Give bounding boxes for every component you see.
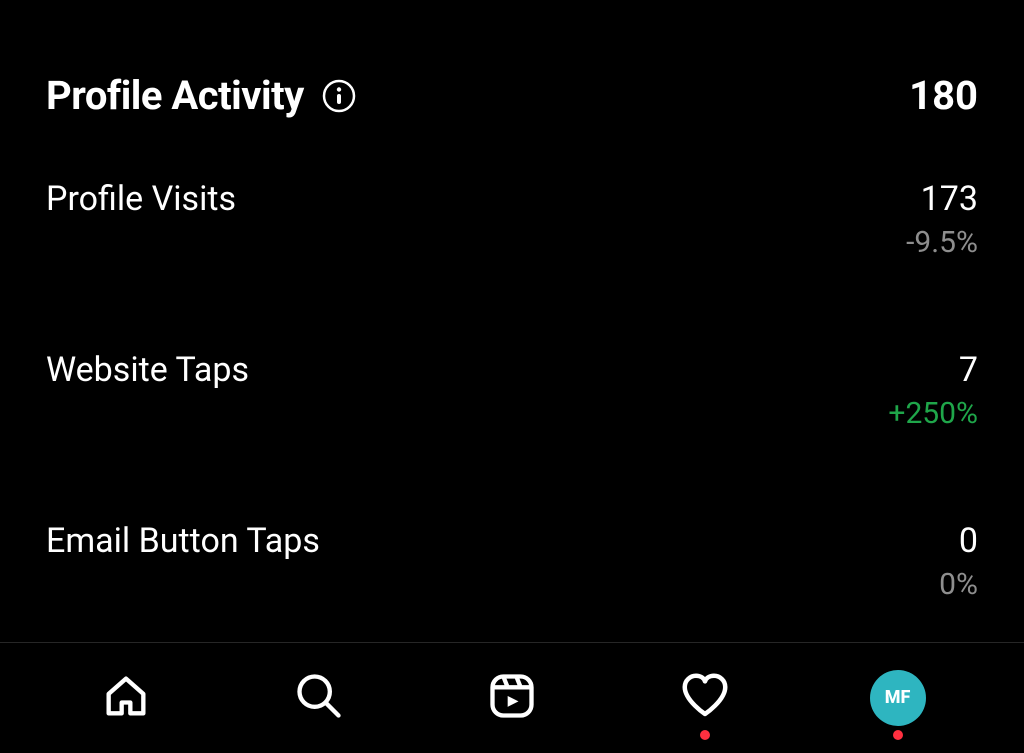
metric-label: Email Button Taps [46, 521, 320, 561]
metric-value: 7 [959, 350, 978, 390]
heart-icon [678, 669, 732, 727]
notification-dot [893, 730, 903, 740]
metric-value: 0 [959, 521, 978, 561]
bottom-nav: MF [0, 643, 1024, 753]
page-title: Profile Activity [46, 72, 304, 119]
metric-change: +250% [888, 396, 978, 431]
metric-values: 0 0% [939, 521, 978, 602]
content-area: Profile Activity 180 Profile Visits 173 … [0, 0, 1024, 642]
metric-row-email-taps: Email Button Taps 0 0% [46, 521, 978, 642]
metric-values: 173 -9.5% [906, 179, 978, 260]
nav-reels[interactable] [482, 668, 542, 728]
metric-row-profile-visits: Profile Visits 173 -9.5% [46, 179, 978, 350]
nav-home[interactable] [96, 668, 156, 728]
notification-dot [700, 730, 710, 740]
metric-change: -9.5% [906, 225, 978, 260]
metric-label: Website Taps [46, 350, 249, 390]
avatar: MF [870, 670, 926, 726]
metric-label: Profile Visits [46, 179, 236, 219]
home-icon [100, 670, 152, 726]
metric-values: 7 +250% [888, 350, 978, 431]
nav-activity[interactable] [675, 668, 735, 728]
profile-activity-header: Profile Activity 180 [46, 0, 978, 179]
metric-row-website-taps: Website Taps 7 +250% [46, 350, 978, 521]
total-activity-value: 180 [909, 72, 978, 119]
metric-value: 173 [921, 179, 978, 219]
info-icon[interactable] [322, 79, 356, 113]
avatar-initials: MF [885, 687, 911, 708]
reels-icon [486, 670, 538, 726]
nav-search[interactable] [289, 668, 349, 728]
header-left-group: Profile Activity [46, 72, 356, 119]
nav-profile[interactable]: MF [868, 668, 928, 728]
metric-change: 0% [939, 567, 978, 602]
search-icon [293, 670, 345, 726]
